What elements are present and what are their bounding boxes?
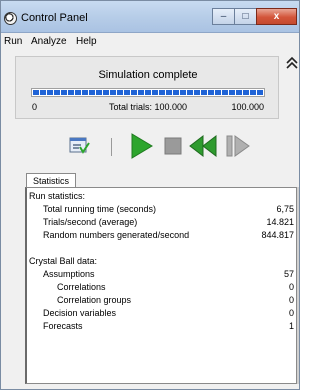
- run-icon[interactable]: [125, 130, 157, 162]
- stats-row: Total running time (seconds) 6,75: [27, 203, 297, 216]
- control-panel-window: Control Panel – □ x Run Analyze Help Sim…: [0, 0, 300, 390]
- statistics-panel: Run statistics: Total running time (secon…: [25, 187, 297, 384]
- stats-row: Correlation groups 0: [27, 294, 297, 307]
- stats-value: 1: [288, 321, 294, 331]
- toolbar-separator: [111, 138, 112, 156]
- stats-row: Crystal Ball data:: [27, 255, 297, 268]
- collapse-chevron-icon[interactable]: [285, 56, 299, 70]
- stats-row: [27, 242, 297, 255]
- stats-row: Random numbers generated/second 844.817: [27, 229, 297, 242]
- menu-help[interactable]: Help: [76, 36, 97, 47]
- stats-label: Random numbers generated/second: [43, 230, 190, 240]
- menu-run[interactable]: Run: [4, 36, 22, 47]
- run-preferences-icon[interactable]: [67, 130, 93, 162]
- stats-value: 57: [283, 269, 294, 279]
- stats-row: Trials/second (average) 14.821: [27, 216, 297, 229]
- menu-bar: Run Analyze Help: [1, 34, 299, 51]
- tab-statistics[interactable]: Statistics: [26, 173, 77, 188]
- stats-row: Decision variables 0: [27, 307, 297, 320]
- stats-row: Correlations 0: [27, 281, 297, 294]
- panel-scroll-edge: [297, 187, 299, 384]
- stats-value: 6,75: [276, 204, 294, 214]
- toolbar: [1, 130, 299, 164]
- progress-fill: [33, 90, 263, 95]
- window-controls: – □ x: [212, 8, 297, 25]
- stats-value: 14.821: [266, 217, 294, 227]
- stats-label: Total running time (seconds): [43, 204, 157, 214]
- stats-label: Correlation groups: [57, 295, 132, 305]
- close-button[interactable]: x: [256, 8, 297, 25]
- app-icon: [4, 12, 17, 25]
- stats-row: Forecasts 1: [27, 320, 297, 333]
- stats-label: Trials/second (average): [43, 217, 138, 227]
- stats-value: 0: [288, 295, 294, 305]
- single-step-icon[interactable]: [223, 130, 253, 162]
- stop-icon[interactable]: [161, 130, 185, 162]
- trials-progress-bar: [31, 88, 265, 97]
- stats-label: Assumptions: [43, 269, 95, 279]
- stats-row: Run statistics:: [27, 190, 297, 203]
- stats-label: Crystal Ball data:: [29, 256, 98, 266]
- reset-icon[interactable]: [187, 130, 221, 162]
- stats-label: Decision variables: [43, 308, 117, 318]
- stats-value: 0: [288, 308, 294, 318]
- stats-row: Assumptions 57: [27, 268, 297, 281]
- menu-analyze[interactable]: Analyze: [31, 36, 67, 47]
- stats-label: Forecasts: [43, 321, 83, 331]
- stats-label: Run statistics:: [29, 191, 86, 201]
- stats-value: 0: [288, 282, 294, 292]
- progress-max-label: 100.000: [231, 102, 264, 112]
- title-bar[interactable]: Control Panel – □ x: [1, 1, 299, 33]
- simulation-status: Simulation complete: [98, 69, 198, 81]
- stats-value: 844.817: [261, 230, 294, 240]
- window-title: Control Panel: [21, 12, 88, 24]
- minimize-button[interactable]: –: [212, 8, 235, 25]
- stats-label: Correlations: [57, 282, 106, 292]
- progress-panel: Simulation complete 0 Total trials: 100.…: [15, 56, 279, 119]
- maximize-button[interactable]: □: [234, 8, 257, 25]
